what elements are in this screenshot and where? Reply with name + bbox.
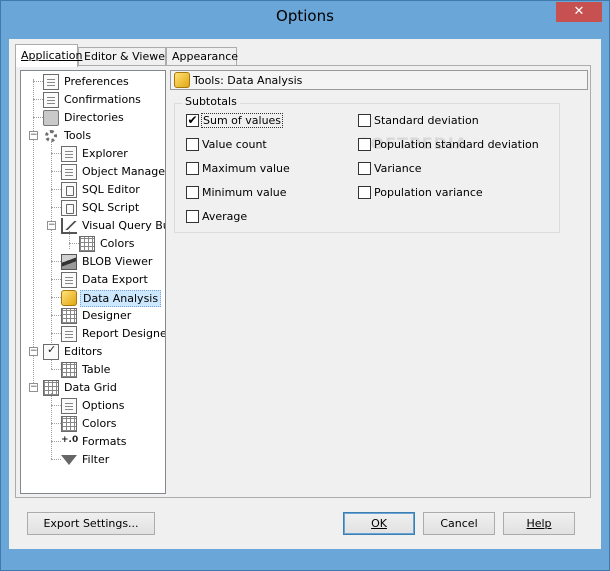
tree-item-label: Options: [82, 399, 125, 412]
tree-item-label: Object Manager: [82, 165, 166, 178]
checkbox-label: Variance: [374, 162, 422, 175]
report-designer-icon: [61, 326, 77, 342]
tree-item-label: Directories: [64, 111, 124, 124]
ok-button[interactable]: OK: [343, 512, 415, 535]
data-grid-expander[interactable]: −: [29, 383, 38, 392]
filter-icon: [61, 455, 77, 465]
checkbox-box[interactable]: [186, 162, 199, 175]
colors-icon: [79, 236, 95, 252]
checkbox-box[interactable]: [358, 114, 371, 127]
tree-item-label: Designer: [82, 309, 132, 322]
explorer-icon: [61, 146, 77, 162]
checkbox-label: Minimum value: [202, 186, 287, 199]
tab-editor-viewers[interactable]: Editor & Viewers: [78, 47, 175, 66]
sql-editor-icon: [61, 182, 77, 198]
colors-icon: [61, 416, 77, 432]
tree-item-label: SQL Script: [82, 201, 140, 214]
data-export-icon: [61, 272, 77, 288]
tree-item-label: Preferences: [64, 75, 129, 88]
object-manager-icon: [61, 164, 77, 180]
pane-header: Tools: Data Analysis: [170, 70, 588, 90]
tree-item-label: Data Analysis: [80, 290, 162, 307]
tab-appearance[interactable]: Appearance: [166, 47, 238, 66]
checkbox-box[interactable]: ✔: [186, 114, 199, 127]
options-window: Options ✕ Application Editor & Viewers A…: [0, 0, 610, 571]
tree-item-label: Formats: [82, 435, 127, 448]
checkbox-label: Sum of values: [201, 113, 284, 128]
preferences-icon: [43, 74, 59, 90]
tree-item-label: Colors: [82, 417, 117, 430]
tree-item-label: Report Designer: [82, 327, 166, 340]
data-analysis-icon: [174, 72, 190, 88]
title-bar[interactable]: Options ✕: [1, 1, 609, 31]
checkbox-box[interactable]: [186, 210, 199, 223]
tree-item-label: Table: [82, 363, 111, 376]
checkbox-label: Average: [202, 210, 248, 223]
visual-query-builder-icon: [61, 218, 77, 234]
visual-query-builder-expander[interactable]: −: [47, 221, 56, 230]
tree-item-label: Colors: [100, 237, 135, 250]
dialog-client-area: Application Editor & Viewers Appearance: [9, 39, 601, 549]
tree-item-label: BLOB Viewer: [82, 255, 153, 268]
window-title: Options: [276, 7, 334, 25]
checkbox-box[interactable]: [358, 138, 371, 151]
subtotals-group-title: Subtotals: [182, 95, 240, 108]
tree-item-label: Data Export: [82, 273, 148, 286]
checkbox-label: Maximum value: [202, 162, 290, 175]
confirmations-icon: [43, 92, 59, 108]
tree-item-label: Explorer: [82, 147, 128, 160]
tree-item-label: Filter: [82, 453, 110, 466]
blob-viewer-icon: [61, 254, 77, 270]
checkbox-box[interactable]: [186, 138, 199, 151]
checkbox-label: Standard deviation: [374, 114, 479, 127]
checkbox-label: Population variance: [374, 186, 483, 199]
settings-tree[interactable]: − − − − Preferences Confirmations Direct…: [20, 70, 166, 494]
tree-item-label: Editors: [64, 345, 103, 358]
designer-icon: [61, 308, 77, 324]
data-analysis-icon: [61, 290, 77, 306]
editors-icon: [43, 343, 59, 360]
tree-item-label: SQL Editor: [82, 183, 140, 196]
formats-icon: [61, 434, 78, 450]
checkbox-box[interactable]: [186, 186, 199, 199]
checkbox-label: Population standard deviation: [374, 138, 539, 151]
pane-header-title: Tools: Data Analysis: [193, 74, 303, 87]
sql-script-icon: [61, 200, 77, 216]
export-settings-button[interactable]: Export Settings...: [27, 512, 155, 535]
checkbox-label: Value count: [202, 138, 267, 151]
data-grid-icon: [43, 380, 59, 396]
help-button[interactable]: Help: [503, 512, 575, 535]
checkbox-box[interactable]: [358, 162, 371, 175]
close-button[interactable]: ✕: [556, 2, 602, 22]
table-icon: [61, 362, 77, 378]
cancel-button[interactable]: Cancel: [423, 512, 495, 535]
tree-item-label: Confirmations: [64, 93, 141, 106]
editors-expander[interactable]: −: [29, 347, 38, 356]
tree-item-label: Tools: [64, 129, 92, 142]
options-icon: [61, 398, 77, 414]
tab-application[interactable]: Application: [15, 44, 82, 67]
tools-expander[interactable]: −: [29, 131, 38, 140]
tree-item-label: Data Grid: [64, 381, 117, 394]
tab-page-application: − − − − Preferences Confirmations Direct…: [15, 65, 591, 498]
checkbox-box[interactable]: [358, 186, 371, 199]
tree-item-label: Visual Query Build: [82, 219, 165, 232]
tools-icon: [43, 128, 59, 144]
directories-icon: [43, 110, 59, 126]
